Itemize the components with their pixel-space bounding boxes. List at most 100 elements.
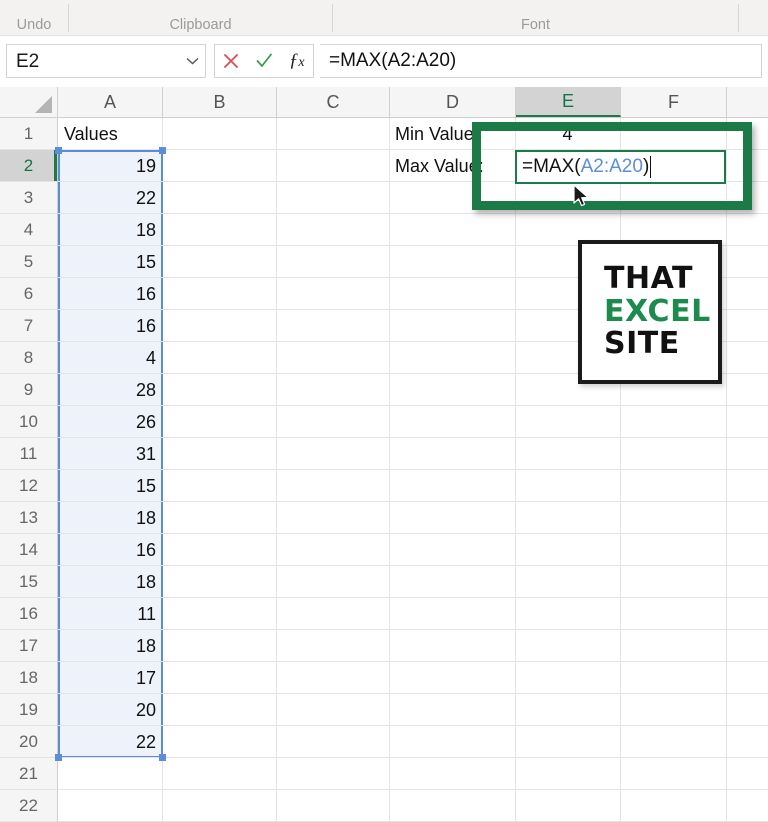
cell-A3[interactable]: 22 <box>58 182 162 214</box>
row-header-2[interactable]: 2 <box>0 150 57 182</box>
gridline-horizontal <box>58 789 768 790</box>
cell-A20[interactable]: 22 <box>58 726 162 758</box>
cell-D2[interactable]: Max Value: <box>389 150 515 182</box>
enter-check-icon[interactable] <box>248 45 281 77</box>
gridline-horizontal <box>58 597 768 598</box>
formula-input[interactable]: =MAX(A2:A20) <box>320 44 762 78</box>
cell-A8-value: 4 <box>145 347 156 368</box>
cell-A3-value: 22 <box>135 187 156 208</box>
ribbon-group-font[interactable]: Font <box>333 0 738 36</box>
cell-A11[interactable]: 31 <box>58 438 162 470</box>
cell-A17-value: 18 <box>135 635 156 656</box>
gridline-vertical <box>389 118 390 822</box>
cell-A2[interactable]: 19 <box>58 150 162 182</box>
row-header-15[interactable]: 15 <box>0 566 57 598</box>
cell-A12[interactable]: 15 <box>58 470 162 502</box>
formula-suffix: ) <box>642 156 650 177</box>
row-header-21[interactable]: 21 <box>0 758 57 790</box>
fx-glyph: ƒx <box>288 50 305 71</box>
row-header-13-label: 13 <box>19 507 38 527</box>
row-header-1-label: 1 <box>23 123 34 143</box>
gridline-horizontal <box>58 405 768 406</box>
row-header-20[interactable]: 20 <box>0 726 57 758</box>
row-header-3[interactable]: 3 <box>0 182 57 214</box>
ribbon-separator <box>738 4 739 32</box>
cell-D1[interactable]: Min Value: <box>389 118 515 150</box>
cell-A12-value: 15 <box>135 475 156 496</box>
cell-A13-value: 18 <box>135 507 156 528</box>
cell-A18[interactable]: 17 <box>58 662 162 694</box>
cell-A17[interactable]: 18 <box>58 630 162 662</box>
row-header-4[interactable]: 4 <box>0 214 57 246</box>
cell-E1[interactable]: 4 <box>515 118 620 150</box>
name-box[interactable]: E2 <box>6 44 206 78</box>
row-header-18[interactable]: 18 <box>0 662 57 694</box>
column-header-c[interactable]: C <box>277 87 390 117</box>
formula-bar-buttons: ƒx <box>214 44 314 78</box>
column-header-row: A B C D E F <box>0 87 768 118</box>
row-header-10[interactable]: 10 <box>0 406 57 438</box>
column-header-d[interactable]: D <box>390 87 516 117</box>
select-all-triangle-icon <box>35 96 52 113</box>
cell-A15-value: 18 <box>135 571 156 592</box>
that-excel-site-logo: THAT EXCEL SITE <box>578 240 722 384</box>
row-header-13[interactable]: 13 <box>0 502 57 534</box>
row-header-19-label: 19 <box>19 699 38 719</box>
row-header-4-label: 4 <box>23 219 34 239</box>
ribbon-group-undo[interactable]: Undo <box>0 0 68 36</box>
ribbon-group-undo-label: Undo <box>16 17 52 33</box>
row-header-8[interactable]: 8 <box>0 342 57 374</box>
cell-A13[interactable]: 18 <box>58 502 162 534</box>
cell-A7[interactable]: 16 <box>58 310 162 342</box>
row-header-22[interactable]: 22 <box>0 790 57 822</box>
column-header-b[interactable]: B <box>163 87 277 117</box>
cell-A10[interactable]: 26 <box>58 406 162 438</box>
row-header-21-label: 21 <box>19 763 38 783</box>
logo-line-site: SITE <box>604 326 680 362</box>
row-header-1[interactable]: 1 <box>0 118 57 150</box>
cell-E1-value: 4 <box>562 123 573 144</box>
row-header-2-label: 2 <box>23 155 34 175</box>
formula-bar-row: E2 ƒx =MAX(A2:A20) <box>0 36 768 87</box>
row-header-7-label: 7 <box>23 315 34 335</box>
gridline-horizontal <box>58 757 768 758</box>
cell-editor-E2[interactable]: =MAX(A2:A20) <box>515 150 726 184</box>
gridline-horizontal <box>58 725 768 726</box>
select-all-corner-button[interactable] <box>0 87 58 117</box>
column-header-e[interactable]: E <box>516 87 621 117</box>
gridline-horizontal <box>58 469 768 470</box>
row-header-14[interactable]: 14 <box>0 534 57 566</box>
column-header-g[interactable] <box>727 87 768 117</box>
row-header-16[interactable]: 16 <box>0 598 57 630</box>
cell-A14[interactable]: 16 <box>58 534 162 566</box>
cell-A19[interactable]: 20 <box>58 694 162 726</box>
insert-function-fx-icon[interactable]: ƒx <box>280 45 313 77</box>
cell-A16[interactable]: 11 <box>58 598 162 630</box>
cell-A5[interactable]: 15 <box>58 246 162 278</box>
row-header-5[interactable]: 5 <box>0 246 57 278</box>
cell-A6[interactable]: 16 <box>58 278 162 310</box>
ribbon-separator <box>68 4 69 32</box>
column-header-a[interactable]: A <box>58 87 163 117</box>
row-header-7[interactable]: 7 <box>0 310 57 342</box>
cell-A9[interactable]: 28 <box>58 374 162 406</box>
column-header-f[interactable]: F <box>621 87 727 117</box>
cell-A8[interactable]: 4 <box>58 342 162 374</box>
cell-A11-value: 31 <box>135 443 156 464</box>
cell-A4[interactable]: 18 <box>58 214 162 246</box>
row-header-9[interactable]: 9 <box>0 374 57 406</box>
cell-A1[interactable]: Values <box>58 118 162 150</box>
row-header-12[interactable]: 12 <box>0 470 57 502</box>
row-header-6[interactable]: 6 <box>0 278 57 310</box>
row-header-19[interactable]: 19 <box>0 694 57 726</box>
row-header-17[interactable]: 17 <box>0 630 57 662</box>
chevron-down-icon[interactable] <box>179 55 205 67</box>
row-header-14-label: 14 <box>19 539 38 559</box>
row-header-6-label: 6 <box>23 283 34 303</box>
row-header-11[interactable]: 11 <box>0 438 57 470</box>
ribbon-group-clipboard[interactable]: Clipboard <box>69 0 332 36</box>
formula-input-value: =MAX(A2:A20) <box>329 50 457 71</box>
cancel-x-icon[interactable] <box>215 45 248 77</box>
cell-A15[interactable]: 18 <box>58 566 162 598</box>
cell-area: Values Min Value: Max Value: 4 =MAX(A2:A… <box>55 118 768 822</box>
